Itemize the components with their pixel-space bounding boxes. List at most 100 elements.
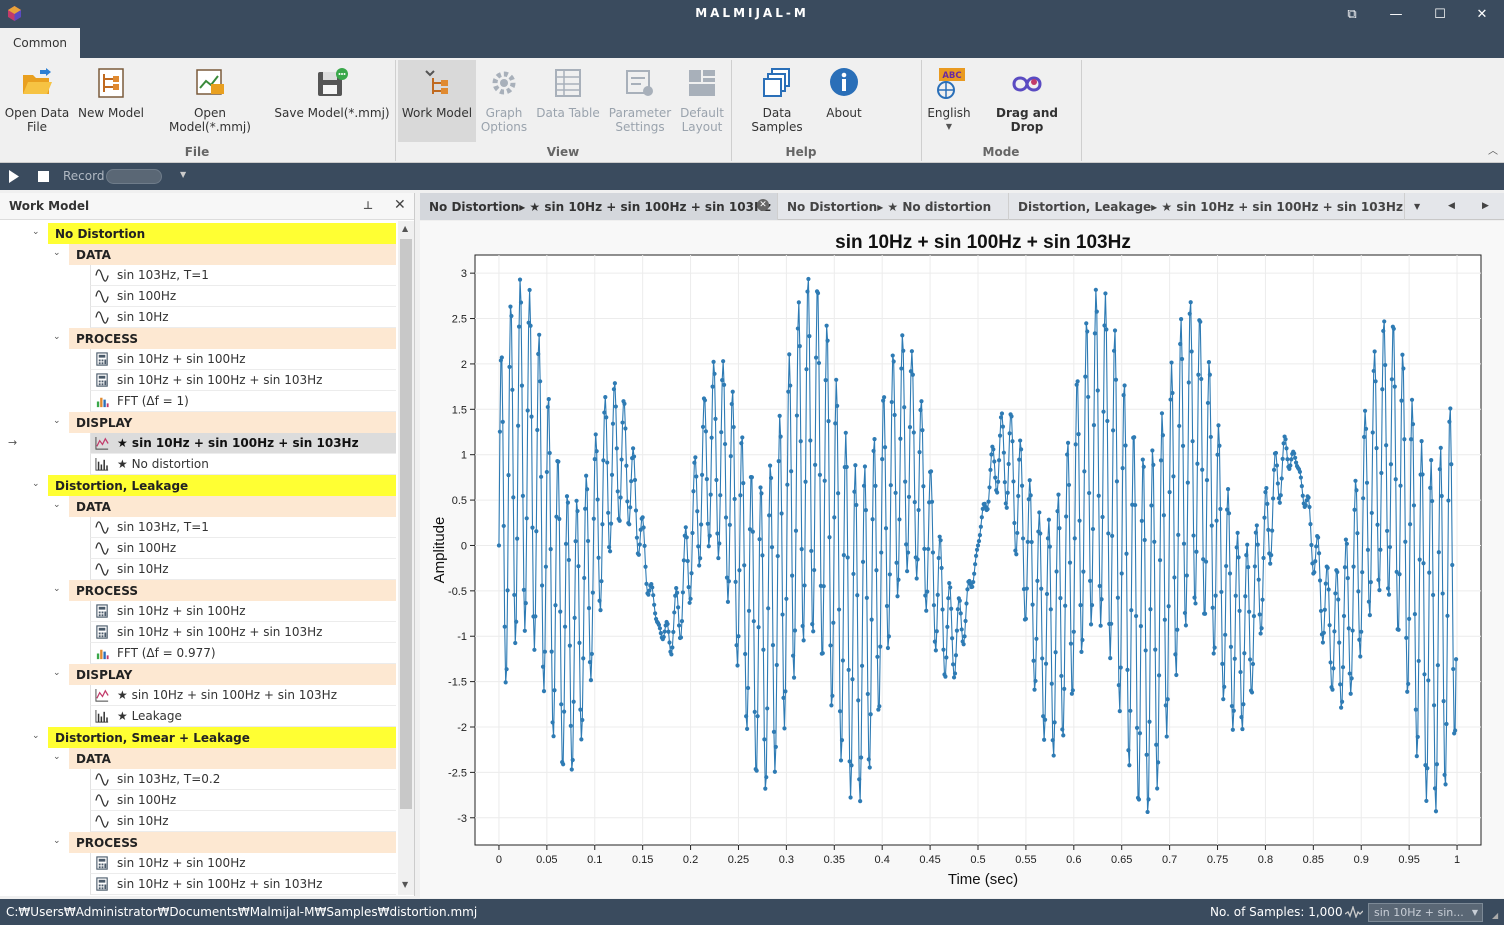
series-select[interactable]: sin 10Hz + sin... ▼ bbox=[1368, 903, 1483, 922]
tree-leaf-item[interactable]: sin 10Hz + sin 100Hz bbox=[90, 853, 396, 874]
tree-leaf-item[interactable]: sin 10Hz bbox=[90, 811, 396, 832]
tab-scroll-left-icon[interactable]: ◀ bbox=[1448, 201, 1455, 211]
collapse-chevron-icon[interactable]: ⌄ bbox=[53, 248, 63, 258]
collapse-ribbon-icon[interactable]: ︿ bbox=[1488, 142, 1498, 157]
data-point bbox=[522, 628, 527, 633]
collapse-chevron-icon[interactable]: ⌄ bbox=[32, 731, 42, 741]
new-model-button[interactable]: New Model bbox=[76, 60, 146, 142]
tab-list-dropdown-icon[interactable]: ▼ bbox=[1414, 202, 1420, 211]
data-point bbox=[1254, 523, 1259, 528]
tree-leaf-item[interactable]: sin 100Hz bbox=[90, 286, 396, 307]
close-window-button[interactable]: ✕ bbox=[1460, 0, 1504, 28]
maximize-button[interactable]: ☐ bbox=[1418, 0, 1462, 28]
open-data-file-button[interactable]: Open Data File bbox=[4, 60, 70, 142]
collapse-chevron-icon[interactable]: ⌄ bbox=[53, 332, 63, 342]
calculator-icon bbox=[96, 625, 108, 639]
ribbon-tab-common[interactable]: Common bbox=[0, 28, 80, 58]
y-tick-label: 1 bbox=[461, 450, 467, 462]
collapse-chevron-icon[interactable]: ⌄ bbox=[53, 584, 63, 594]
scroll-up-icon[interactable]: ▲ bbox=[402, 224, 408, 233]
tree-model-node[interactable]: No Distortion bbox=[48, 223, 396, 244]
record-toggle[interactable] bbox=[106, 169, 162, 184]
tree-leaf-item[interactable]: sin 100Hz bbox=[90, 790, 396, 811]
open-model-icon bbox=[196, 69, 224, 95]
tree-leaf-item[interactable]: sin 10Hz + sin 100Hz + sin 103Hz bbox=[90, 874, 396, 895]
parameter-settings-button[interactable]: Parameter Settings bbox=[606, 60, 674, 142]
tree-leaf-item[interactable]: sin 10Hz + sin 100Hz bbox=[90, 349, 396, 370]
tree-section-node[interactable]: PROCESS bbox=[69, 580, 396, 601]
drag-and-drop-button[interactable]: Drag and Drop bbox=[978, 60, 1076, 142]
minimize-button[interactable]: — bbox=[1374, 0, 1418, 28]
data-point bbox=[580, 717, 585, 723]
data-point bbox=[1166, 604, 1171, 609]
tree-leaf-item[interactable]: sin 103Hz, T=1 bbox=[90, 265, 396, 286]
collapse-chevron-icon[interactable]: ⌄ bbox=[53, 668, 63, 678]
record-dropdown-icon[interactable]: ▼ bbox=[180, 170, 186, 179]
tree-model-node[interactable]: Distortion, Leakage bbox=[48, 475, 396, 496]
restore-layout-button[interactable]: ⧉ bbox=[1330, 0, 1374, 28]
language-button[interactable]: ABC English ▼ bbox=[926, 60, 972, 142]
data-point bbox=[1199, 376, 1204, 382]
data-point bbox=[996, 458, 1002, 463]
stop-icon[interactable] bbox=[38, 171, 49, 182]
collapse-chevron-icon[interactable]: ⌄ bbox=[53, 416, 63, 426]
collapse-chevron-icon[interactable]: ⌄ bbox=[53, 752, 63, 762]
tree-model-node[interactable]: Distortion, Smear + Leakage bbox=[48, 727, 396, 748]
tree-leaf-item[interactable]: FFT (Δf = 1) bbox=[90, 391, 396, 412]
pin-icon[interactable]: ⊥ bbox=[363, 199, 373, 212]
tab-scroll-right-icon[interactable]: ▶ bbox=[1482, 201, 1489, 211]
tree-leaf-item[interactable]: sin 103Hz, T=0.2 bbox=[90, 769, 396, 790]
signal-chart[interactable]: sin 10Hz + sin 100Hz + sin 103Hz 0 0.05 0.… bbox=[420, 221, 1504, 898]
tree-leaf-item[interactable]: sin 10Hz + sin 100Hz bbox=[90, 601, 396, 622]
work-model-button[interactable]: Work Model bbox=[398, 60, 476, 142]
data-samples-button[interactable]: Data Samples bbox=[736, 60, 818, 142]
scroll-down-icon[interactable]: ▼ bbox=[402, 880, 408, 889]
tree-leaf-item[interactable]: ★ Leakage bbox=[90, 706, 396, 727]
tree-leaf-item[interactable]: sin 100Hz bbox=[90, 538, 396, 559]
collapse-chevron-icon[interactable]: ⌄ bbox=[32, 479, 42, 489]
collapse-chevron-icon[interactable]: ⌄ bbox=[32, 227, 42, 237]
tree-leaf-item[interactable]: sin 10Hz + sin 100Hz + sin 103Hz bbox=[90, 622, 396, 643]
close-tab-icon[interactable]: ✕ bbox=[757, 199, 769, 211]
tree-section-node[interactable]: PROCESS bbox=[69, 328, 396, 349]
data-point bbox=[897, 517, 902, 522]
tree-section-node[interactable]: DATA bbox=[69, 244, 396, 265]
tree-leaf-item[interactable]: sin 103Hz, T=1 bbox=[90, 517, 396, 538]
tree-section-node[interactable]: DISPLAY bbox=[69, 664, 396, 685]
tree-leaf-item[interactable]: sin 10Hz bbox=[90, 307, 396, 328]
data-point bbox=[863, 507, 868, 513]
data-point bbox=[938, 538, 943, 543]
tree-leaf-item[interactable]: ★ No distortion bbox=[90, 454, 396, 475]
tree-leaf-item[interactable]: sin 10Hz + sin 100Hz + sin 103Hz bbox=[90, 370, 396, 391]
open-model-button[interactable]: Open Model(*.mmj) bbox=[152, 60, 268, 142]
data-table-button[interactable]: Data Table bbox=[534, 60, 602, 142]
tree-leaf-item[interactable]: ★ sin 10Hz + sin 100Hz + sin 103Hz bbox=[90, 685, 396, 706]
tree-leaf-item[interactable]: sin 10Hz bbox=[90, 559, 396, 580]
data-point bbox=[1393, 477, 1398, 482]
about-button[interactable]: About bbox=[820, 60, 868, 142]
tree-section-node[interactable]: DATA bbox=[69, 748, 396, 769]
tree-section-node[interactable]: DATA bbox=[69, 496, 396, 517]
tree-leaf-item[interactable]: ★ sin 10Hz + sin 100Hz + sin 103Hz bbox=[90, 433, 396, 454]
data-point bbox=[534, 529, 539, 534]
y-tick-label: 1.5 bbox=[452, 404, 467, 416]
doc-tab-1[interactable]: No Distortion▸ ★ sin 10Hz + sin 100Hz + … bbox=[420, 193, 778, 220]
resize-grip-icon[interactable]: ◢ bbox=[1492, 911, 1498, 920]
tree-scrollbar[interactable]: ▲ ▼ bbox=[398, 221, 414, 895]
save-model-button[interactable]: Save Model(*.mmj) bbox=[274, 60, 390, 142]
tree-leaf-item[interactable]: FFT (Δf = 0.977) bbox=[90, 643, 396, 664]
tree-section-node[interactable]: DISPLAY bbox=[69, 412, 396, 433]
close-panel-icon[interactable]: ✕ bbox=[394, 197, 406, 213]
data-point bbox=[1387, 544, 1393, 550]
collapse-chevron-icon[interactable]: ⌄ bbox=[53, 500, 63, 510]
collapse-chevron-icon[interactable]: ⌄ bbox=[53, 836, 63, 846]
data-point bbox=[597, 598, 602, 603]
default-layout-button[interactable]: Default Layout bbox=[676, 60, 728, 142]
tree-section-node[interactable]: PROCESS bbox=[69, 832, 396, 853]
scrollbar-thumb[interactable] bbox=[400, 239, 412, 809]
data-point bbox=[1292, 451, 1297, 456]
doc-tab-2[interactable]: No Distortion▸ ★ No distortion bbox=[778, 193, 1009, 220]
play-icon[interactable] bbox=[8, 170, 20, 183]
doc-tab-3[interactable]: Distortion, Leakage▸ ★ sin 10Hz + sin 10… bbox=[1009, 193, 1405, 220]
graph-options-button[interactable]: Graph Options bbox=[478, 60, 530, 142]
